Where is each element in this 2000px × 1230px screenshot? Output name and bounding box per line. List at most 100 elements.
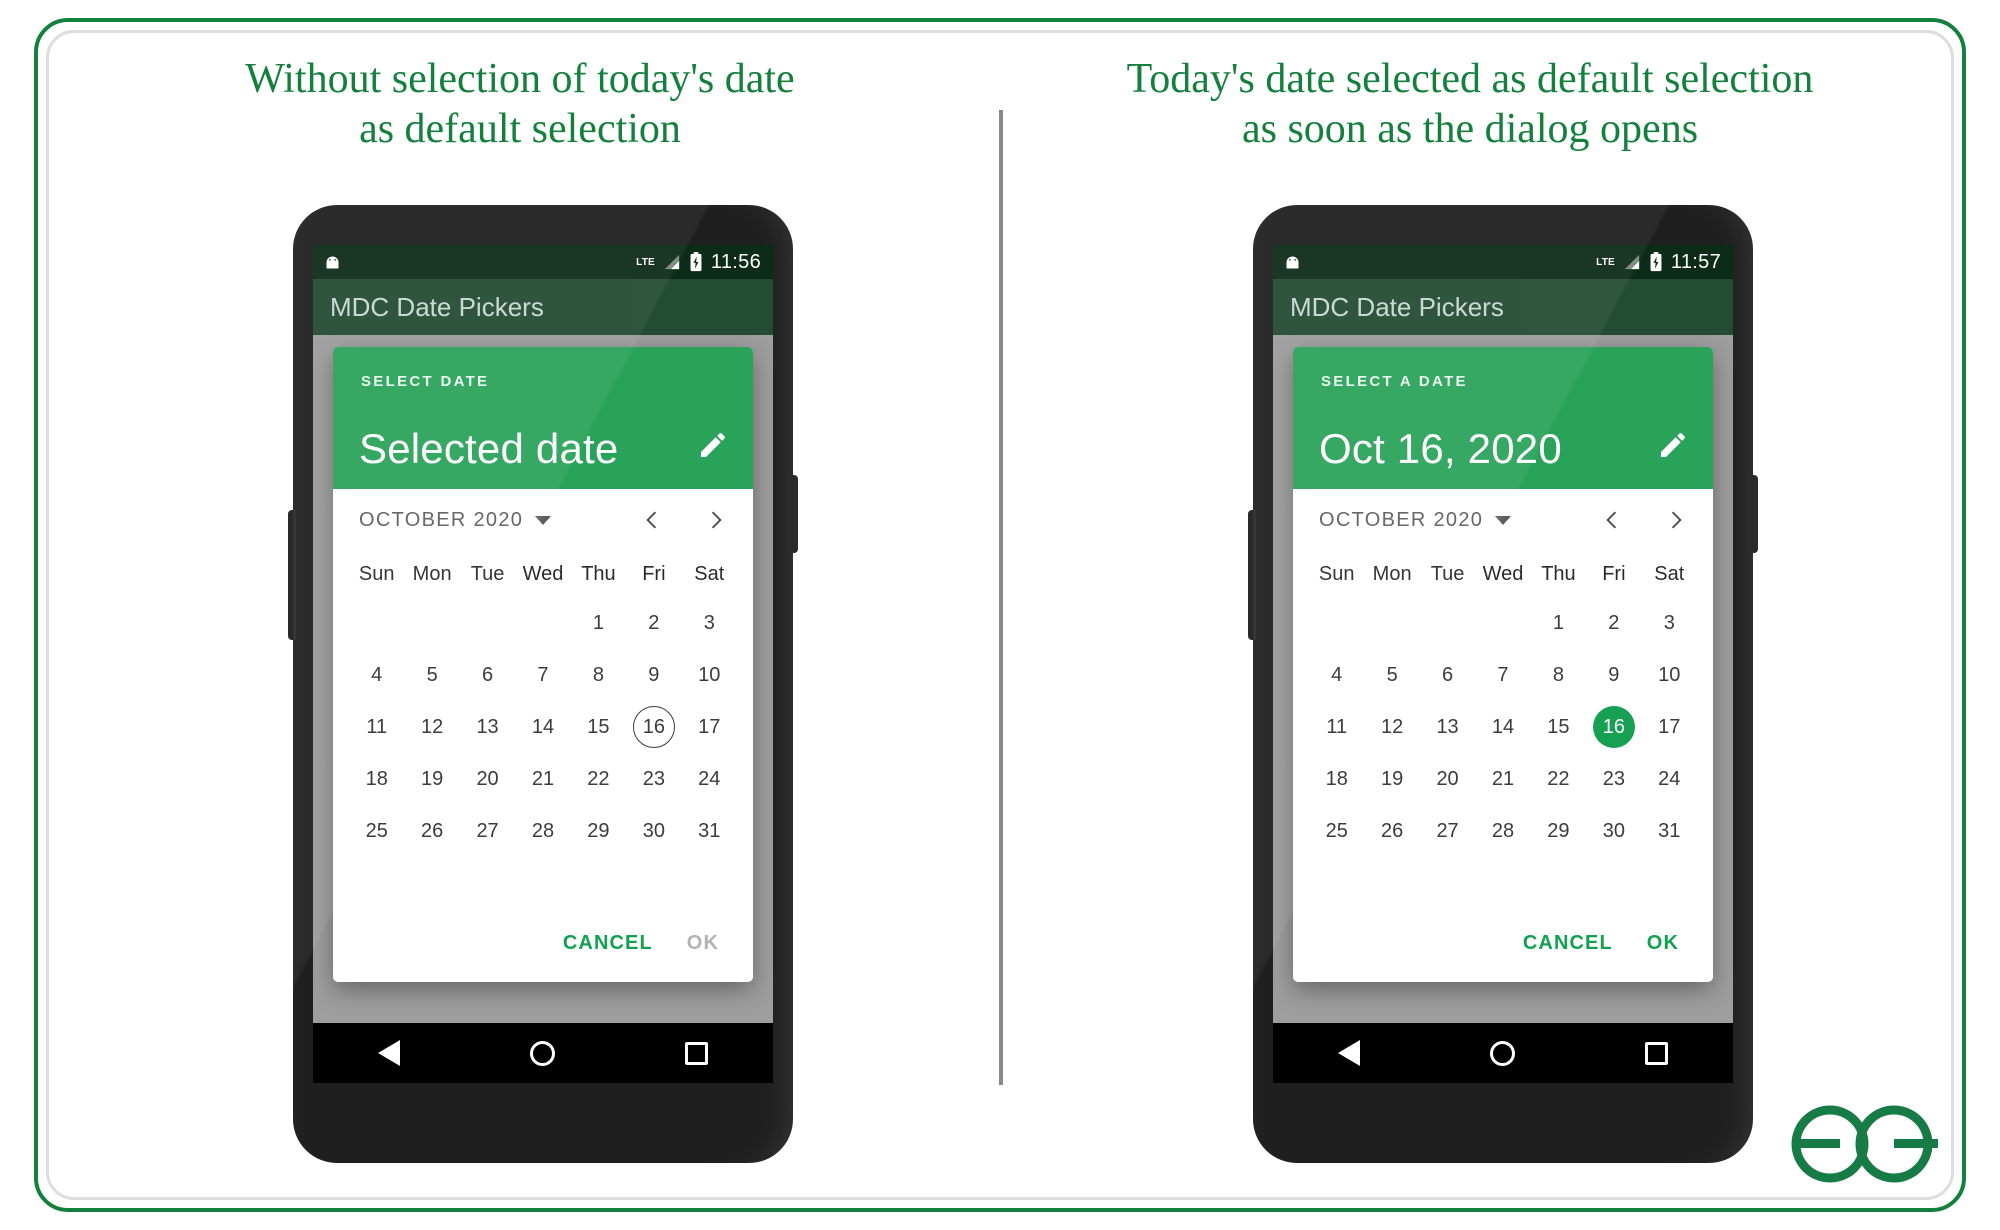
calendar-day-21[interactable]: 21 <box>515 753 570 805</box>
back-triangle-icon[interactable] <box>378 1040 400 1066</box>
calendar-week-row: 1 2 3 <box>349 597 737 649</box>
calendar-day-4[interactable]: 4 <box>1309 649 1364 701</box>
cancel-button[interactable]: CANCEL <box>563 932 653 955</box>
calendar-day-10[interactable]: 10 <box>682 649 737 701</box>
calendar-day-26[interactable]: 26 <box>404 805 459 857</box>
calendar-day-22[interactable]: 22 <box>571 753 626 805</box>
recents-square-icon[interactable] <box>685 1041 708 1065</box>
month-selector[interactable]: OCTOBER 2020 <box>1319 509 1512 532</box>
prev-month-button[interactable] <box>1593 502 1629 538</box>
calendar-day-7[interactable]: 7 <box>515 649 570 701</box>
calendar-day-31[interactable]: 31 <box>682 805 737 857</box>
calendar-day-17[interactable]: 17 <box>1642 701 1697 753</box>
next-month-button[interactable] <box>1659 502 1695 538</box>
calendar-day-15[interactable]: 15 <box>1531 701 1586 753</box>
calendar-day-29[interactable]: 29 <box>1531 805 1586 857</box>
calendar-day-28[interactable]: 28 <box>1475 805 1530 857</box>
calendar-day-5[interactable]: 5 <box>1364 649 1419 701</box>
calendar-day-28[interactable]: 28 <box>515 805 570 857</box>
calendar-day-26[interactable]: 26 <box>1364 805 1419 857</box>
ok-button[interactable]: OK <box>1647 932 1679 955</box>
calendar-day-16[interactable]: 16 <box>626 701 681 753</box>
calendar-day-4[interactable]: 4 <box>349 649 404 701</box>
calendar-day-24[interactable]: 24 <box>682 753 737 805</box>
calendar-day-14[interactable]: 14 <box>515 701 570 753</box>
calendar-day-number: 31 <box>698 819 721 842</box>
prev-month-button[interactable] <box>633 502 669 538</box>
month-selector[interactable]: OCTOBER 2020 <box>359 509 552 532</box>
calendar-day-30[interactable]: 30 <box>1586 805 1641 857</box>
calendar-day-20[interactable]: 20 <box>460 753 515 805</box>
calendar-day-7[interactable]: 7 <box>1475 649 1530 701</box>
volume-button[interactable] <box>1248 510 1256 640</box>
calendar-day-15[interactable]: 15 <box>571 701 626 753</box>
chevron-right-icon[interactable] <box>704 507 730 533</box>
recents-square-icon[interactable] <box>1645 1041 1668 1065</box>
calendar-day-10[interactable]: 10 <box>1642 649 1697 701</box>
calendar-day-24[interactable]: 24 <box>1642 753 1697 805</box>
calendar-day-1[interactable]: 1 <box>571 597 626 649</box>
calendar-day-12[interactable]: 12 <box>404 701 459 753</box>
next-month-button[interactable] <box>699 502 735 538</box>
calendar-day-2[interactable]: 2 <box>1586 597 1641 649</box>
calendar-day-18[interactable]: 18 <box>1309 753 1364 805</box>
calendar-day-6[interactable]: 6 <box>1420 649 1475 701</box>
cancel-button[interactable]: CANCEL <box>1523 932 1613 955</box>
calendar-day-18[interactable]: 18 <box>349 753 404 805</box>
calendar-day-11[interactable]: 11 <box>1309 701 1364 753</box>
calendar-day-11[interactable]: 11 <box>349 701 404 753</box>
calendar-day-20[interactable]: 20 <box>1420 753 1475 805</box>
calendar-day-13[interactable]: 13 <box>460 701 515 753</box>
calendar-day-30[interactable]: 30 <box>626 805 681 857</box>
calendar-day-25[interactable]: 25 <box>1309 805 1364 857</box>
ok-button[interactable]: OK <box>687 932 719 955</box>
calendar-day-12[interactable]: 12 <box>1364 701 1419 753</box>
volume-button[interactable] <box>288 510 296 640</box>
calendar-day-3[interactable]: 3 <box>682 597 737 649</box>
home-circle-icon[interactable] <box>1490 1040 1515 1066</box>
calendar-day-31[interactable]: 31 <box>1642 805 1697 857</box>
calendar-day-21[interactable]: 21 <box>1475 753 1530 805</box>
calendar-day-8[interactable]: 8 <box>571 649 626 701</box>
calendar-day-1[interactable]: 1 <box>1531 597 1586 649</box>
power-button[interactable] <box>1750 475 1758 553</box>
calendar-day-27[interactable]: 27 <box>1420 805 1475 857</box>
calendar-day-6[interactable]: 6 <box>460 649 515 701</box>
calendar-day-8[interactable]: 8 <box>1531 649 1586 701</box>
calendar-day-19[interactable]: 19 <box>1364 753 1419 805</box>
calendar-day-13[interactable]: 13 <box>1420 701 1475 753</box>
weekday-header-row: Sun Mon Tue Wed Thu Fri Sat <box>349 551 737 597</box>
chevron-right-icon[interactable] <box>1664 507 1690 533</box>
calendar-day-3[interactable]: 3 <box>1642 597 1697 649</box>
calendar-day-17[interactable]: 17 <box>682 701 737 753</box>
calendar-day-5[interactable]: 5 <box>404 649 459 701</box>
app-bar-title: MDC Date Pickers <box>313 279 773 335</box>
chevron-left-icon[interactable] <box>638 507 664 533</box>
chevron-left-icon[interactable] <box>1598 507 1624 533</box>
weekday-label-thu: Thu <box>581 562 616 585</box>
calendar-day-29[interactable]: 29 <box>571 805 626 857</box>
calendar-day-2[interactable]: 2 <box>626 597 681 649</box>
home-circle-icon[interactable] <box>530 1040 555 1066</box>
calendar-day-19[interactable]: 19 <box>404 753 459 805</box>
dialog-header: SELECT DATE Selected date <box>333 347 753 489</box>
calendar-grid: Sun Mon Tue Wed Thu Fri Sat 1 2 3 4 5 6 7 8 9 10 11 12 13 14… <box>333 551 753 904</box>
calendar-day-14[interactable]: 14 <box>1475 701 1530 753</box>
edit-date-button[interactable] <box>1657 429 1689 461</box>
power-button[interactable] <box>790 475 798 553</box>
calendar-day-9[interactable]: 9 <box>626 649 681 701</box>
pencil-icon[interactable] <box>697 429 729 461</box>
pencil-icon[interactable] <box>1657 429 1689 461</box>
calendar-day-16[interactable]: 16 <box>1586 701 1641 753</box>
calendar-day-25[interactable]: 25 <box>349 805 404 857</box>
status-bar-left <box>313 255 342 270</box>
calendar-day-23[interactable]: 23 <box>626 753 681 805</box>
calendar-day-27[interactable]: 27 <box>460 805 515 857</box>
calendar-day-23[interactable]: 23 <box>1586 753 1641 805</box>
calendar-day-number: 1 <box>1552 611 1564 634</box>
calendar-day-22[interactable]: 22 <box>1531 753 1586 805</box>
calendar-day-9[interactable]: 9 <box>1586 649 1641 701</box>
edit-date-button[interactable] <box>697 429 729 461</box>
calendar-day-number: 21 <box>531 767 555 790</box>
back-triangle-icon[interactable] <box>1338 1040 1360 1066</box>
